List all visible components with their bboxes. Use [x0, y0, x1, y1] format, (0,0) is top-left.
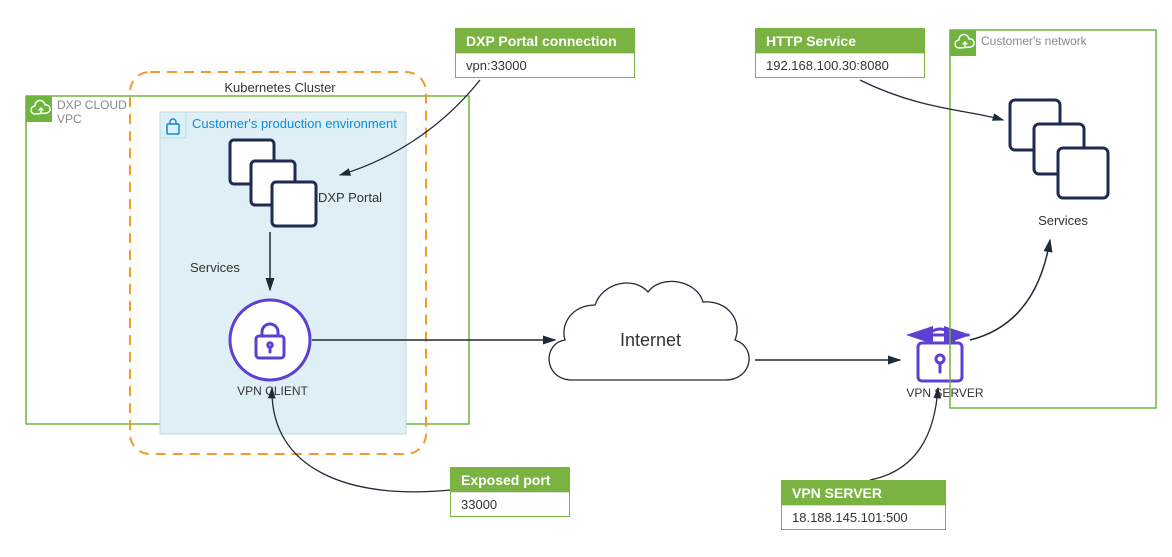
- vpn-server-label: VPN SERVER: [900, 386, 990, 400]
- callout-exposed-port-title: Exposed port: [451, 468, 569, 492]
- callout-http-service-value: 192.168.100.30:8080: [756, 53, 924, 77]
- services-left-label: Services: [190, 260, 260, 275]
- architecture-diagram: DXP CLOUD VPC Kubernetes Cluster Custome…: [0, 0, 1172, 557]
- callout-portal-connection-title: DXP Portal connection: [456, 29, 634, 53]
- callout-exposed-port-value: 33000: [451, 492, 569, 516]
- callout-vpn-server: VPN SERVER 18.188.145.101:500: [781, 480, 946, 530]
- kubernetes-cluster-title: Kubernetes Cluster: [180, 80, 380, 95]
- callout-arrow-http-service: [860, 80, 1003, 120]
- callout-http-service: HTTP Service 192.168.100.30:8080: [755, 28, 925, 78]
- customer-network-title: Customer's network: [981, 34, 1151, 48]
- callout-portal-connection-value: vpn:33000: [456, 53, 634, 77]
- internet-label: Internet: [620, 330, 710, 351]
- vpc-title: DXP CLOUD VPC: [57, 98, 177, 126]
- services-right-label: Services: [1028, 213, 1098, 228]
- callout-http-service-title: HTTP Service: [756, 29, 924, 53]
- arrow-server-to-services: [970, 240, 1050, 340]
- dxp-portal-label: DXP Portal: [318, 190, 398, 205]
- callout-vpn-server-title: VPN SERVER: [782, 481, 945, 505]
- internet-node: Internet: [549, 281, 749, 380]
- production-environment-title: Customer's production environment: [192, 116, 412, 131]
- vpn-server-node: VPN SERVER: [900, 329, 990, 406]
- callout-vpn-server-value: 18.188.145.101:500: [782, 505, 945, 529]
- callout-exposed-port: Exposed port 33000: [450, 467, 570, 517]
- callout-portal-connection: DXP Portal connection vpn:33000: [455, 28, 635, 78]
- services-right-node: Services: [1010, 100, 1108, 233]
